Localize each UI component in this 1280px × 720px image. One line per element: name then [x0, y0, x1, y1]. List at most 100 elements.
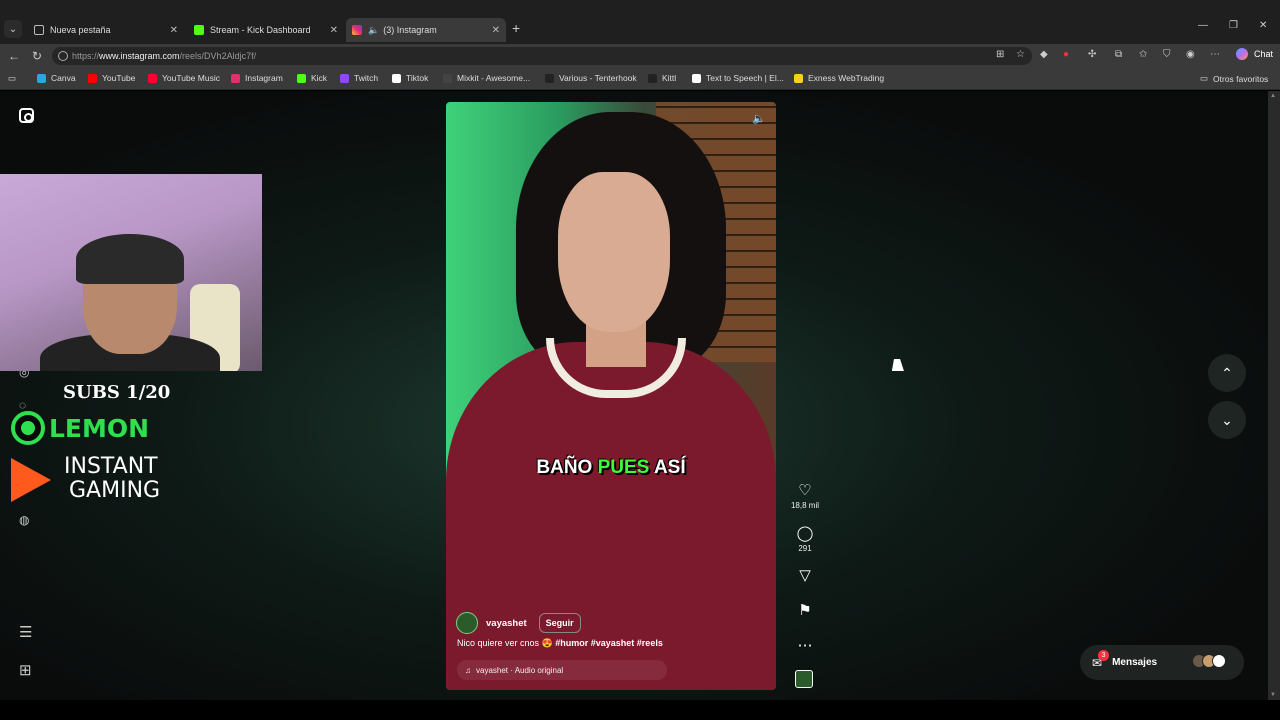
instant-text: INSTANT [64, 454, 158, 479]
comment-icon[interactable]: ◯ [790, 524, 820, 542]
profile-avatar-icon[interactable]: ◉ [1186, 49, 1195, 60]
page-scrollbar[interactable]: ▲ ▼ [1268, 91, 1280, 700]
bottom-strip [0, 700, 1280, 720]
tab-label: Nueva pestaña [50, 25, 111, 35]
browser-essentials-icon[interactable]: ⛉ [1163, 49, 1171, 60]
save-action[interactable]: ⚑ [790, 601, 820, 619]
bookmark-icon[interactable]: ⚑ [790, 601, 820, 619]
twitch-icon [340, 73, 349, 83]
bookmark-tenterhook[interactable]: Various - Tenterhook [545, 73, 637, 83]
favorite-star-icon[interactable]: ☆ [1016, 49, 1025, 60]
scroll-up-icon[interactable]: ▲ [1270, 93, 1276, 99]
extensions-icon[interactable]: ✣ [1088, 49, 1096, 60]
bookmark-label: Various - Tenterhook [559, 73, 637, 83]
bookmark-kick[interactable]: Kick [297, 73, 327, 83]
kittl-icon [648, 73, 657, 83]
reel-audio[interactable]: ♫ vayashet · Audio original [457, 660, 667, 680]
sidebar-icon[interactable]: ⧉ [1115, 49, 1122, 60]
restore-icon[interactable]: ❐ [1229, 20, 1238, 31]
bookmark-label: Canva [51, 73, 76, 83]
lemon-sponsor-logo: LEMON [11, 411, 149, 445]
scroll-down-icon[interactable]: ▼ [1270, 692, 1276, 698]
mixkit-icon [443, 73, 452, 83]
window-close-icon[interactable]: ✕ [1259, 20, 1267, 31]
bookmarks-bar: ▭ Canva YouTube YouTube Music Instagram … [0, 68, 1280, 90]
author-name[interactable]: vayashet [486, 618, 527, 629]
description-text: Nico quiere ver cnos 😍 [457, 638, 553, 648]
like-action[interactable]: ♡ 18,8 mil [790, 481, 820, 510]
close-icon[interactable]: ✕ [170, 25, 178, 36]
bookmark-text-to-speech[interactable]: Text to Speech | El... [692, 73, 784, 83]
youtube-music-icon [148, 73, 157, 83]
reload-icon[interactable]: ↻ [32, 49, 42, 63]
bookmark-youtube[interactable]: YouTube [88, 73, 135, 83]
minimize-icon[interactable]: — [1198, 20, 1208, 31]
previous-reel-button[interactable]: ⌃ [1208, 354, 1246, 392]
author-avatar[interactable] [456, 612, 478, 634]
favorites-icon[interactable]: ✩ [1139, 49, 1147, 60]
bookmark-instagram[interactable]: Instagram [231, 73, 283, 83]
youtube-icon [88, 73, 97, 83]
share-action[interactable]: ▽ [790, 566, 820, 584]
reel-video[interactable]: BAÑO PUES ASÍ 🔈 [446, 102, 776, 690]
chevron-down-icon: ⌄ [1221, 411, 1233, 428]
close-icon[interactable]: ✕ [330, 25, 338, 36]
follow-button[interactable]: Seguir [538, 613, 581, 633]
instagram-logo-icon[interactable] [19, 108, 34, 123]
lemon-text: LEMON [49, 413, 150, 443]
bookmark-label: YouTube [102, 73, 136, 83]
tiktok-icon [392, 73, 401, 83]
tab-actions-menu[interactable]: ⌄ [4, 20, 22, 38]
messages-nav-icon[interactable]: ◌ [19, 398, 26, 412]
more-hamburger-icon[interactable]: ☰ [19, 623, 32, 641]
bookmark-youtube-music[interactable]: YouTube Music [148, 73, 220, 83]
next-reel-button[interactable]: ⌄ [1208, 401, 1246, 439]
close-icon[interactable]: ✕ [492, 25, 500, 36]
more-menu-icon[interactable]: ⋯ [1210, 49, 1220, 60]
audio-label: vayashet · Audio original [476, 665, 564, 675]
bookmarks-toggle-icon[interactable]: ▭ [8, 73, 16, 84]
bookmark-label: Tiktok [406, 73, 429, 83]
adblock-icon[interactable]: ● [1063, 49, 1069, 60]
subs-counter: SUBS 1/20 [63, 382, 171, 403]
chevron-up-icon: ⌃ [1221, 364, 1233, 381]
back-icon[interactable]: ← [8, 49, 20, 63]
bookmark-label: Text to Speech | El... [706, 73, 784, 83]
messages-button[interactable]: ✉ 3 Mensajes [1080, 645, 1244, 680]
app-available-icon[interactable]: ⊞ [996, 49, 1004, 60]
share-send-icon[interactable]: ▽ [790, 566, 820, 584]
comment-action[interactable]: ◯ 291 [790, 524, 820, 553]
url-bar[interactable]: https://www.instagram.com/reels/DVh2Aldj… [52, 47, 1032, 65]
bookmark-kittl[interactable]: Kittl [648, 73, 676, 83]
bookmark-tiktok[interactable]: Tiktok [392, 73, 428, 83]
tab-kick[interactable]: Stream - Kick Dashboard ✕ [188, 18, 344, 42]
new-tab-button[interactable]: + [512, 20, 520, 36]
url-prefix: https:// [72, 51, 100, 61]
extension-diamond-icon[interactable]: ◆ [1040, 49, 1048, 60]
more-dots-icon[interactable]: ⋯ [790, 636, 820, 654]
tab-instagram[interactable]: 🔈 (3) Instagram ✕ [346, 18, 506, 42]
profile-nav-icon[interactable]: ◍ [19, 513, 29, 527]
tab-label: (3) Instagram [383, 25, 437, 35]
bookmark-mixkit[interactable]: Mixkit - Awesome... [443, 73, 530, 83]
tab-new[interactable]: Nueva pestaña ✕ [28, 18, 184, 42]
music-note-icon: ♫ [465, 665, 471, 675]
bookmark-twitch[interactable]: Twitch [340, 73, 378, 83]
sound-toggle-icon[interactable]: 🔈 [752, 112, 766, 125]
copilot-chat-button[interactable]: Chat [1236, 48, 1273, 60]
gaming-text: GAMING [69, 478, 161, 503]
audio-thumbnail[interactable] [795, 670, 813, 688]
also-from-meta-icon[interactable]: ⊞ [19, 661, 32, 679]
bookmark-canva[interactable]: Canva [37, 73, 76, 83]
caption-highlight: PUES [597, 457, 650, 478]
site-info-icon[interactable] [58, 51, 68, 61]
hashtags[interactable]: #humor #vayashet #reels [555, 638, 663, 648]
more-options[interactable]: ⋯ [790, 636, 820, 654]
other-bookmarks-folder[interactable]: ▭ Otros favoritos [1200, 73, 1268, 84]
speaker-icon[interactable]: 🔈 [368, 25, 379, 36]
headset-cap [76, 234, 184, 284]
heart-icon[interactable]: ♡ [790, 481, 820, 499]
reel-description[interactable]: Nico quiere ver cnos 😍 #humor #vayashet … [457, 638, 663, 649]
bookmark-exness[interactable]: Exness WebTrading [794, 73, 884, 83]
video-caption: BAÑO PUES ASÍ [446, 457, 776, 479]
